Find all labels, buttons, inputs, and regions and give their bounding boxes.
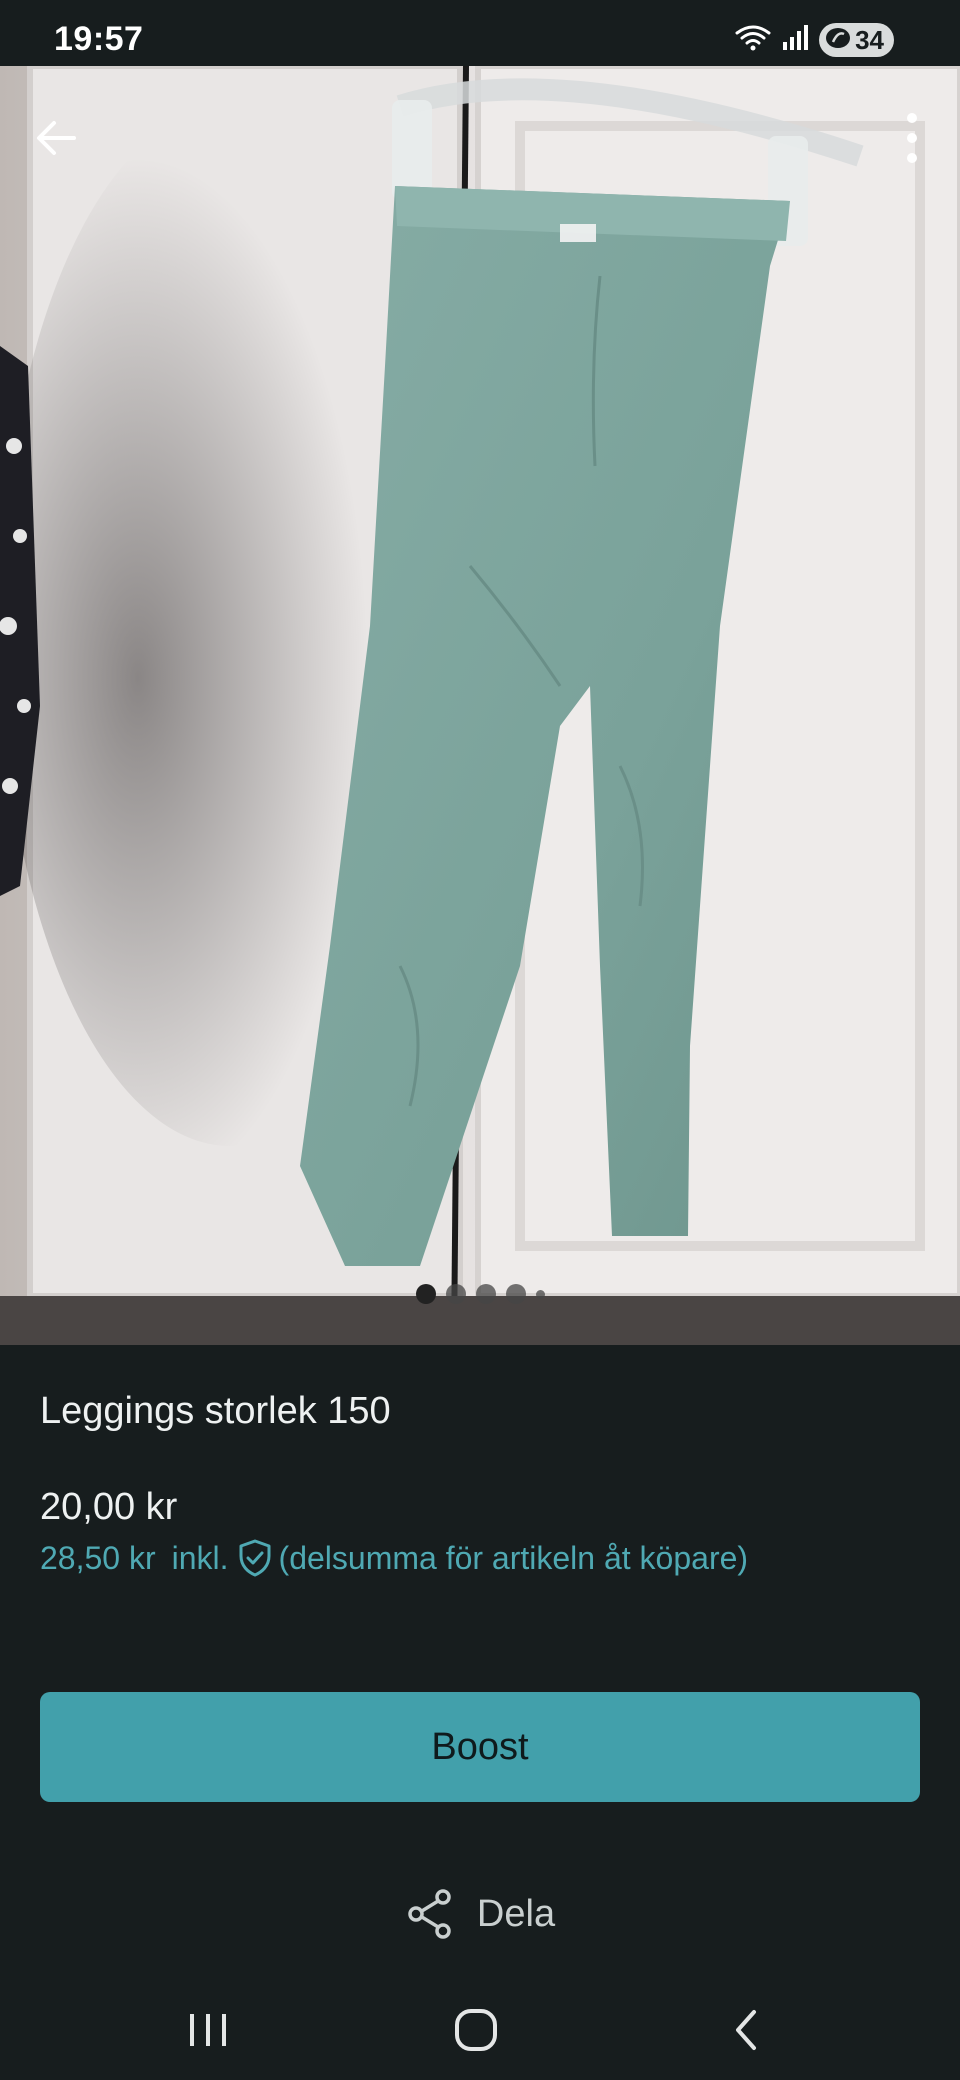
status-time: 19:57 bbox=[54, 20, 144, 58]
signal-icon bbox=[781, 24, 809, 57]
home-icon bbox=[455, 2009, 497, 2051]
back-button[interactable] bbox=[24, 106, 88, 170]
battery-level: 34 bbox=[855, 24, 884, 55]
recent-apps-icon bbox=[190, 2014, 226, 2046]
carousel-dot[interactable] bbox=[445, 1284, 466, 1304]
recent-apps-button[interactable] bbox=[168, 1998, 248, 2062]
chevron-left-icon bbox=[736, 2010, 756, 2050]
system-back-button[interactable] bbox=[706, 1998, 786, 2062]
buyer-price-note: (delsumma för artikeln åt köpare) bbox=[278, 1539, 749, 1576]
product-photo bbox=[0, 66, 960, 1345]
listing-title: Leggings storlek 150 bbox=[40, 1390, 391, 1432]
carousel-dot[interactable] bbox=[505, 1284, 526, 1304]
share-label: Dela bbox=[476, 1892, 556, 1935]
status-bar: 19:57 34 bbox=[0, 0, 960, 66]
boost-button-label: Boost bbox=[431, 1725, 529, 1768]
home-button[interactable] bbox=[436, 1998, 516, 2062]
buyer-price-incl-label: inkl. bbox=[171, 1539, 229, 1576]
arrow-left-icon bbox=[37, 121, 76, 155]
share-icon bbox=[408, 1889, 451, 1939]
share-button[interactable]: Dela bbox=[0, 1888, 960, 1940]
product-photo-carousel[interactable] bbox=[0, 66, 960, 1345]
battery-indicator: 34 bbox=[819, 23, 894, 57]
boost-button[interactable]: Boost bbox=[40, 1692, 920, 1802]
carousel-dot[interactable] bbox=[475, 1284, 496, 1304]
battery-saver-icon bbox=[825, 25, 851, 56]
system-navigation-bar bbox=[0, 1978, 960, 2080]
more-vertical-icon bbox=[907, 113, 917, 163]
buyer-price-amount: 28,50 kr bbox=[40, 1539, 156, 1576]
carousel-dot[interactable] bbox=[535, 1289, 545, 1299]
buyer-protection-shield-icon bbox=[237, 1538, 273, 1578]
carousel-indicator bbox=[0, 1284, 960, 1304]
listing-price: 20,00 kr bbox=[40, 1486, 178, 1528]
status-icons: 34 bbox=[735, 20, 894, 60]
carousel-dot[interactable] bbox=[415, 1284, 436, 1304]
buyer-price-info[interactable]: 28,50 kr inkl. (delsumma för artikeln åt… bbox=[40, 1538, 748, 1578]
wifi-icon bbox=[735, 23, 771, 58]
more-options-button[interactable] bbox=[880, 106, 944, 170]
